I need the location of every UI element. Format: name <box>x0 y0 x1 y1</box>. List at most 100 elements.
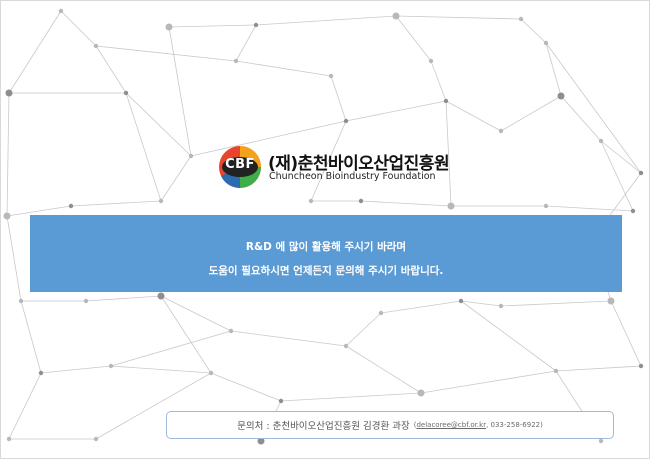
network-link <box>445 100 502 132</box>
contact-details: (delacoree@cbf.or.kr, 033-258-6922) <box>414 421 543 429</box>
network-node <box>158 198 164 204</box>
network-node <box>5 89 13 97</box>
network-node <box>638 363 644 369</box>
network-node <box>208 370 214 376</box>
network-node <box>443 98 449 104</box>
network-node <box>498 303 504 309</box>
network-node <box>93 436 99 442</box>
network-node <box>607 297 615 305</box>
network-link <box>600 140 634 212</box>
network-node <box>343 343 349 349</box>
network-link <box>460 300 557 372</box>
network-node <box>378 310 384 316</box>
network-link <box>70 200 162 207</box>
network-link <box>610 300 642 367</box>
network-link <box>545 42 642 174</box>
message-banner: R&D 에 많이 활용해 주시기 바라며 도움이 필요하시면 언제든지 문의해 … <box>30 215 622 292</box>
network-link <box>345 312 382 347</box>
network-link <box>20 300 42 374</box>
network-link <box>500 95 562 132</box>
network-link <box>168 24 257 28</box>
network-link <box>110 365 212 374</box>
contact-box: 문의처 : 춘천바이오산업진흥원 김경환 과장 (delacoree@cbf.o… <box>166 411 614 439</box>
network-node <box>68 203 74 209</box>
network-node <box>557 92 565 100</box>
network-node <box>417 389 425 397</box>
network-node <box>553 368 559 374</box>
network-link <box>235 24 257 62</box>
network-node <box>233 58 239 64</box>
network-node <box>343 118 349 124</box>
network-link <box>545 205 634 212</box>
network-node <box>308 198 314 204</box>
network-link <box>500 300 612 307</box>
network-node <box>358 198 364 204</box>
network-node <box>498 128 504 134</box>
network-node <box>328 73 334 79</box>
network-link <box>345 100 447 122</box>
contact-text: 문의처 : 춘천바이오산업진흥원 김경환 과장 <box>237 421 410 432</box>
network-link <box>430 60 447 102</box>
network-node <box>543 40 549 46</box>
network-link <box>395 15 522 20</box>
network-link <box>95 45 237 62</box>
network-node <box>93 43 99 49</box>
network-link <box>160 295 212 374</box>
network-link <box>40 365 112 374</box>
banner-line-2: 도움이 필요하시면 언제든지 문의해 주시기 바랍니다. <box>208 265 444 277</box>
network-link <box>280 392 422 402</box>
network-link <box>520 18 547 44</box>
network-link <box>110 330 232 367</box>
network-node <box>518 16 524 22</box>
network-node <box>630 208 636 214</box>
network-link <box>125 92 192 157</box>
network-link <box>6 92 10 217</box>
network-link <box>230 330 347 347</box>
network-link <box>8 10 62 94</box>
network-node <box>447 202 455 210</box>
network-node <box>543 203 549 209</box>
network-link <box>420 370 557 394</box>
network-node <box>123 90 129 96</box>
network-link <box>235 60 332 77</box>
network-node <box>598 138 604 144</box>
contact-phone: , 033-258-6922) <box>486 421 543 429</box>
network-link <box>255 15 397 26</box>
organization-name-english: Chuncheon Bioindustry Foundation <box>269 171 436 182</box>
network-node <box>598 438 604 444</box>
network-node <box>18 298 24 304</box>
network-link <box>8 372 42 440</box>
network-link <box>85 295 162 302</box>
network-link <box>6 215 22 302</box>
network-link <box>380 300 462 314</box>
network-link <box>210 372 282 402</box>
network-link <box>160 155 192 202</box>
network-link <box>60 10 97 47</box>
network-node <box>392 12 400 20</box>
network-node <box>428 58 434 64</box>
network-link <box>360 200 452 207</box>
network-link <box>330 75 347 122</box>
network-node <box>638 170 644 176</box>
network-node <box>228 328 234 334</box>
logo-mark-text: CBF <box>225 157 255 172</box>
network-node <box>38 370 44 376</box>
network-node <box>108 363 114 369</box>
network-node <box>165 23 173 31</box>
network-link <box>555 365 642 372</box>
document-page: CBF (재)춘천바이오산업진흥원 Chuncheon Bioindustry … <box>0 0 650 459</box>
network-node <box>458 298 464 304</box>
network-node <box>83 298 89 304</box>
network-link <box>395 15 432 62</box>
network-link <box>95 45 127 94</box>
network-link <box>345 345 422 394</box>
network-link <box>168 26 192 157</box>
network-node <box>3 212 11 220</box>
contact-email-link[interactable]: delacoree@cbf.or.kr <box>416 421 486 429</box>
network-node <box>6 436 12 442</box>
network-node <box>157 292 165 300</box>
network-node <box>188 153 194 159</box>
banner-line-1: R&D 에 많이 활용해 주시기 바라며 <box>245 241 407 253</box>
network-node <box>278 398 284 404</box>
network-link <box>560 95 602 142</box>
